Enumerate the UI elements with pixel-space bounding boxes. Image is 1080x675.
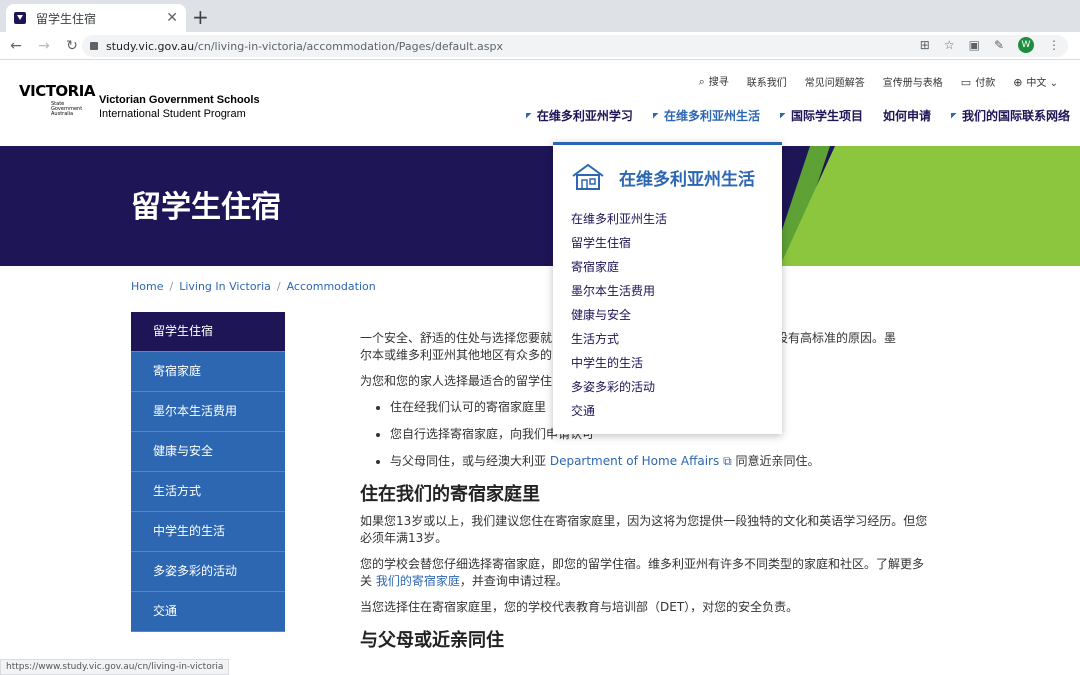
globe-icon: ⊕ <box>1013 75 1023 89</box>
profile-avatar[interactable]: W <box>1018 37 1034 53</box>
external-link-icon: ⧉ <box>719 454 732 468</box>
program-title: Victorian Government Schools Internationa… <box>99 94 260 120</box>
sidenav-item-homestay[interactable]: 寄宿家庭 <box>131 352 285 392</box>
victoria-logo[interactable]: VICTORIA State Government Australia <box>19 82 95 124</box>
sidenav-item-activities[interactable]: 多姿多彩的活动 <box>131 552 285 592</box>
sidenav-item-accommodation[interactable]: 留学生住宿 <box>131 312 285 352</box>
logo-wordmark: VICTORIA <box>19 82 95 100</box>
triangle-icon <box>779 112 786 119</box>
search-icon: ⌕ <box>698 75 705 88</box>
card-icon: ▭ <box>960 75 972 89</box>
dropdown-item[interactable]: 寄宿家庭 <box>571 255 667 279</box>
homestay-paragraph-2: 您的学校会替您仔细选择寄宿家庭，即您的留学住宿。维多利亚州有许多不同类型的家庭和… <box>360 557 925 588</box>
translate-icon[interactable]: ⊞ <box>920 38 930 52</box>
browser-tab-bar: 留学生住宿 ✕ + <box>0 0 1080 32</box>
utility-language[interactable]: ⊕ 中文 ⌄ <box>1013 74 1058 89</box>
dropdown-item[interactable]: 健康与安全 <box>571 303 667 327</box>
breadcrumb-home[interactable]: Home <box>131 280 163 293</box>
bookmark-star-icon[interactable]: ☆ <box>944 38 955 52</box>
url-host: study.vic.gov.au <box>106 39 195 53</box>
dropdown-item[interactable]: 在维多利亚州生活 <box>571 207 667 231</box>
forward-icon[interactable]: → <box>32 38 56 54</box>
url-path: /cn/living-in-victoria/accommodation/Pag… <box>194 39 504 53</box>
close-icon[interactable]: ✕ <box>166 10 178 26</box>
sidenav-item-lifestyle[interactable]: 生活方式 <box>131 472 285 512</box>
dropdown-item[interactable]: 留学生住宿 <box>571 231 667 255</box>
back-icon[interactable]: ← <box>4 38 28 54</box>
utility-search[interactable]: ⌕ 搜寻 <box>699 73 729 89</box>
new-tab-button[interactable]: + <box>192 6 209 28</box>
dropdown-item[interactable]: 生活方式 <box>571 327 667 351</box>
site-favicon-icon <box>14 12 26 24</box>
eyedropper-icon[interactable]: ✎ <box>994 38 1004 52</box>
dropdown-title[interactable]: 在维多利亚州生活 <box>619 165 755 190</box>
utility-brochures[interactable]: 宣传册与表格 <box>883 74 943 89</box>
homestay-paragraph-1: 如果您13岁或以上，我们建议您住在寄宿家庭里，因为这将为您提供一段独特的文化和英… <box>360 514 928 545</box>
browser-toolbar: ← → ↻ study.vic.gov.au/cn/living-in-vict… <box>0 32 1080 60</box>
hero-decoration-green <box>780 146 1080 266</box>
status-bar-url: https://www.study.vic.gov.au/cn/living-i… <box>0 659 230 675</box>
utility-faq[interactable]: 常见问题解答 <box>805 74 865 89</box>
homestay-link[interactable]: 我们的寄宿家庭 <box>376 574 460 588</box>
section-heading-homestay: 住在我们的寄宿家庭里 <box>360 484 540 505</box>
triangle-icon <box>652 112 659 119</box>
nav-programs[interactable]: 国际学生项目 <box>779 107 863 124</box>
dropdown-item[interactable]: 墨尔本生活费用 <box>571 279 667 303</box>
triangle-icon <box>525 112 532 119</box>
sidenav-item-cost[interactable]: 墨尔本生活费用 <box>131 392 285 432</box>
address-bar[interactable]: study.vic.gov.au/cn/living-in-victoria/a… <box>82 35 1068 57</box>
list-item: 与父母同住，或与经澳大利亚 Department of Home Affairs… <box>390 453 930 470</box>
home-affairs-link[interactable]: Department of Home Affairs <box>550 454 719 468</box>
omnibox-actions: ⊞ ☆ ▣ ✎ W ⋮ <box>920 37 1060 53</box>
dropdown-item[interactable]: 交通 <box>571 399 667 423</box>
tab-title: 留学生住宿 <box>36 11 97 26</box>
reload-icon[interactable]: ↻ <box>60 38 84 54</box>
hero-banner: 留学生住宿 <box>0 146 1080 266</box>
dropdown-list: 在维多利亚州生活 留学生住宿 寄宿家庭 墨尔本生活费用 健康与安全 生活方式 中… <box>571 207 667 423</box>
sidenav-item-transport[interactable]: 交通 <box>131 592 285 632</box>
living-dropdown-menu: 在维多利亚州生活 在维多利亚州生活 留学生住宿 寄宿家庭 墨尔本生活费用 健康与… <box>553 142 782 434</box>
image-extension-icon[interactable]: ▣ <box>969 38 980 52</box>
utility-pay[interactable]: ▭ 付款 <box>961 74 995 89</box>
nav-living[interactable]: 在维多利亚州生活 <box>652 107 760 124</box>
breadcrumb: Home / Living In Victoria / Accommodation <box>131 280 376 293</box>
site-header: VICTORIA State Government Australia Victor… <box>0 60 1080 146</box>
breadcrumb-living[interactable]: Living In Victoria <box>179 280 271 293</box>
nav-apply[interactable]: 如何申请 <box>883 107 931 124</box>
dropdown-item[interactable]: 多姿多彩的活动 <box>571 375 667 399</box>
section-heading-family: 与父母或近亲同住 <box>360 630 504 651</box>
dropdown-header: 在维多利亚州生活 <box>571 163 755 191</box>
house-icon <box>572 163 604 190</box>
browser-tab[interactable]: 留学生住宿 ✕ <box>6 4 186 32</box>
nav-study[interactable]: 在维多利亚州学习 <box>525 107 633 124</box>
utility-nav: ⌕ 搜寻 联系我们 常见问题解答 宣传册与表格 ▭ 付款 ⊕ 中文 ⌄ <box>699 73 1058 89</box>
nav-network[interactable]: 我们的国际联系网络 <box>950 107 1070 124</box>
sidenav-item-student-life[interactable]: 中学生的生活 <box>131 512 285 552</box>
menu-dots-icon[interactable]: ⋮ <box>1048 38 1060 52</box>
side-nav: 留学生住宿 寄宿家庭 墨尔本生活费用 健康与安全 生活方式 中学生的生活 多姿多… <box>131 312 285 632</box>
utility-contact[interactable]: 联系我们 <box>747 74 787 89</box>
logo-subtext: State Government Australia <box>51 101 83 117</box>
page-title: 留学生住宿 <box>131 190 281 225</box>
breadcrumb-accommodation[interactable]: Accommodation <box>287 280 376 293</box>
homestay-paragraph-3: 当您选择住在寄宿家庭里，您的学校代表教育与培训部（DET），对您的安全负责。 <box>360 600 799 614</box>
chevron-down-icon: ⌄ <box>1049 77 1058 89</box>
dropdown-item[interactable]: 中学生的生活 <box>571 351 667 375</box>
triangle-icon <box>950 112 957 119</box>
lock-icon <box>90 42 98 50</box>
sidenav-item-health[interactable]: 健康与安全 <box>131 432 285 472</box>
main-nav: 在维多利亚州学习 在维多利亚州生活 国际学生项目 如何申请 我们的国际联系网络 <box>525 107 1070 124</box>
